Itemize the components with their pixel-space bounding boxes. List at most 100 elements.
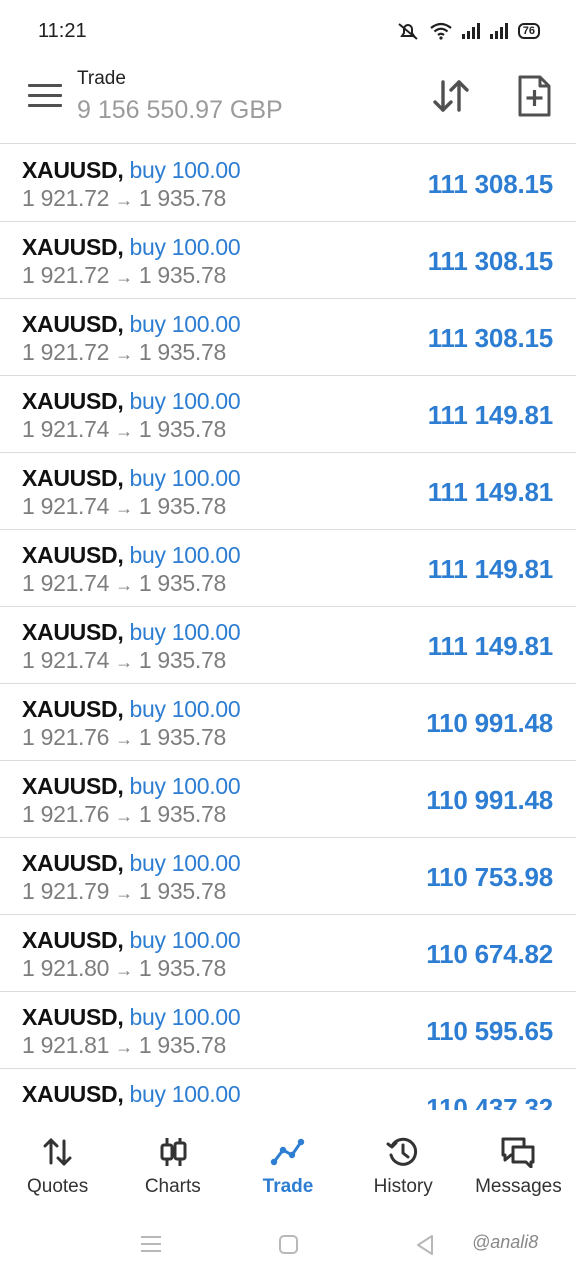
tab-quotes[interactable]: Quotes — [0, 1110, 115, 1210]
tab-history[interactable]: History — [346, 1110, 461, 1210]
open-price: 1 921.74 — [22, 647, 110, 673]
position-symbol: XAUUSD — [22, 1081, 118, 1107]
price-arrow-icon: → — [115, 344, 133, 364]
position-profit: 111 149.81 — [427, 631, 553, 661]
position-prices: 1 921.74 → 1 935.78 — [22, 493, 226, 520]
price-arrow-icon: → — [115, 1037, 133, 1057]
position-row[interactable]: XAUUSD, buy 100.00 1 921.80 → 1 935.78 110 6… — [0, 915, 576, 992]
system-recents-icon[interactable] — [141, 1236, 161, 1257]
position-separator: , — [117, 927, 130, 953]
position-symbol: XAUUSD — [22, 773, 118, 799]
tab-trade-label: Trade — [262, 1176, 314, 1197]
price-arrow-icon: → — [115, 267, 133, 287]
position-separator: , — [117, 1081, 130, 1107]
sort-icon[interactable] — [430, 76, 472, 116]
position-row[interactable]: XAUUSD, buy 100.00 1 921.79 → 1 935.78 110 7… — [0, 838, 576, 915]
position-profit: 110 595.65 — [426, 1016, 553, 1046]
position-symbol: XAUUSD — [22, 696, 118, 722]
account-balance: 9 156 550.97 GBP — [77, 96, 283, 124]
current-price: 1 935.78 — [138, 1032, 226, 1058]
history-icon — [386, 1137, 418, 1166]
price-arrow-icon: → — [115, 498, 133, 518]
position-symbol: XAUUSD — [22, 311, 118, 337]
position-profit: 111 149.81 — [427, 554, 553, 584]
tab-trade[interactable]: Trade — [230, 1110, 345, 1210]
position-symbol: XAUUSD — [22, 542, 118, 568]
position-symbol: XAUUSD — [22, 157, 118, 183]
current-price: 1 935.78 — [138, 262, 226, 288]
position-separator: , — [117, 1004, 130, 1030]
position-row[interactable]: XAUUSD, buy 100.00 1 921.76 → 1 935.78 110 9… — [0, 684, 576, 761]
mute-icon — [398, 23, 418, 40]
position-side: buy 100.00 — [129, 773, 241, 799]
position-separator: , — [117, 619, 130, 645]
position-row[interactable]: XAUUSD, buy 100.00 1 921.81 → 1 935.78 110 5… — [0, 992, 576, 1069]
position-separator: , — [117, 234, 130, 260]
bottom-nav: Quotes Charts Trade History Messages — [0, 1110, 576, 1210]
status-time: 11:21 — [38, 19, 87, 42]
tab-charts[interactable]: Charts — [115, 1110, 230, 1210]
position-row[interactable]: XAUUSD, buy 100.00 1 921.72 → 1 935.78 111 3… — [0, 299, 576, 376]
position-prices: 1 921.74 → 1 935.78 — [22, 647, 226, 674]
position-side: buy 100.00 — [129, 157, 241, 183]
position-prices: 1 921.74 → 1 935.78 — [22, 416, 226, 443]
current-price: 1 935.78 — [138, 185, 226, 211]
position-side: buy 100.00 — [129, 1081, 241, 1107]
position-title: XAUUSD, buy 100.00 — [22, 773, 241, 800]
trade-icon — [270, 1138, 305, 1166]
system-back-icon[interactable] — [414, 1234, 436, 1256]
status-icons: 76 — [396, 21, 540, 41]
position-row[interactable]: XAUUSD, buy 100.00 1 921.74 → 1 935.78 111 1… — [0, 530, 576, 607]
position-separator: , — [117, 311, 130, 337]
position-side: buy 100.00 — [129, 542, 241, 568]
price-arrow-icon: → — [115, 421, 133, 441]
new-order-icon[interactable] — [514, 74, 554, 118]
page-title: Trade — [77, 68, 126, 89]
position-title: XAUUSD, buy 100.00 — [22, 465, 241, 492]
current-price: 1 935.78 — [138, 493, 226, 519]
position-title: XAUUSD, buy 100.00 — [22, 542, 241, 569]
price-arrow-icon: → — [115, 806, 133, 826]
position-prices: 1 921.72 → 1 935.78 — [22, 262, 226, 289]
tab-charts-label: Charts — [144, 1176, 201, 1197]
position-row[interactable]: XAUUSD, buy 100.00 1 921.72 → 1 935.78 111 3… — [0, 145, 576, 222]
position-row[interactable]: XAUUSD, buy 100.00 1 921.72 → 1 935.78 111 3… — [0, 222, 576, 299]
price-arrow-icon: → — [115, 729, 133, 749]
position-row[interactable]: XAUUSD, buy 100.00 1 921.74 → 1 935.78 111 1… — [0, 607, 576, 684]
position-row[interactable]: XAUUSD, buy 100.001 921.83→1 935.78110 4… — [0, 1069, 576, 1110]
position-prices: 1 921.74 → 1 935.78 — [22, 570, 226, 597]
position-symbol: XAUUSD — [22, 1004, 118, 1030]
position-title: XAUUSD, buy 100.00 — [22, 927, 241, 954]
positions-list[interactable]: XAUUSD, buy 100.00 1 921.72 → 1 935.78 111 3… — [0, 145, 576, 1110]
system-home-icon[interactable] — [279, 1235, 298, 1254]
position-side: buy 100.00 — [129, 619, 241, 645]
current-price: 1 935.78 — [138, 570, 226, 596]
position-side: buy 100.00 — [129, 1004, 241, 1030]
position-symbol: XAUUSD — [22, 927, 118, 953]
position-side: buy 100.00 — [129, 311, 241, 337]
position-profit: 110 437.32 — [426, 1093, 553, 1110]
position-title: XAUUSD, buy 100.00 — [22, 234, 241, 261]
position-side: buy 100.00 — [129, 927, 241, 953]
tab-history-label: History — [373, 1176, 433, 1197]
open-price: 1 921.74 — [22, 493, 110, 519]
position-row[interactable]: XAUUSD, buy 100.00 1 921.76 → 1 935.78 110 9… — [0, 761, 576, 838]
position-separator: , — [117, 465, 130, 491]
menu-icon[interactable] — [28, 84, 62, 112]
position-title: XAUUSD, buy 100.00 — [22, 619, 241, 646]
status-bar: 11:21 76 — [0, 0, 576, 62]
open-price: 1 921.80 — [22, 955, 110, 981]
position-symbol: XAUUSD — [22, 850, 118, 876]
position-row[interactable]: XAUUSD, buy 100.00 1 921.74 → 1 935.78 111 1… — [0, 376, 576, 453]
position-prices: 1 921.76 → 1 935.78 — [22, 801, 226, 828]
position-profit: 110 991.48 — [426, 708, 553, 738]
position-title: XAUUSD, buy 100.00 — [22, 1004, 241, 1031]
open-price: 1 921.72 — [22, 339, 110, 365]
position-side: buy 100.00 — [129, 465, 241, 491]
position-separator: , — [117, 696, 130, 722]
position-row[interactable]: XAUUSD, buy 100.00 1 921.74 → 1 935.78 111 1… — [0, 453, 576, 530]
current-price: 1 935.78 — [138, 724, 226, 750]
position-profit: 110 753.98 — [426, 862, 553, 892]
position-separator: , — [117, 773, 130, 799]
tab-messages[interactable]: Messages — [461, 1110, 576, 1210]
